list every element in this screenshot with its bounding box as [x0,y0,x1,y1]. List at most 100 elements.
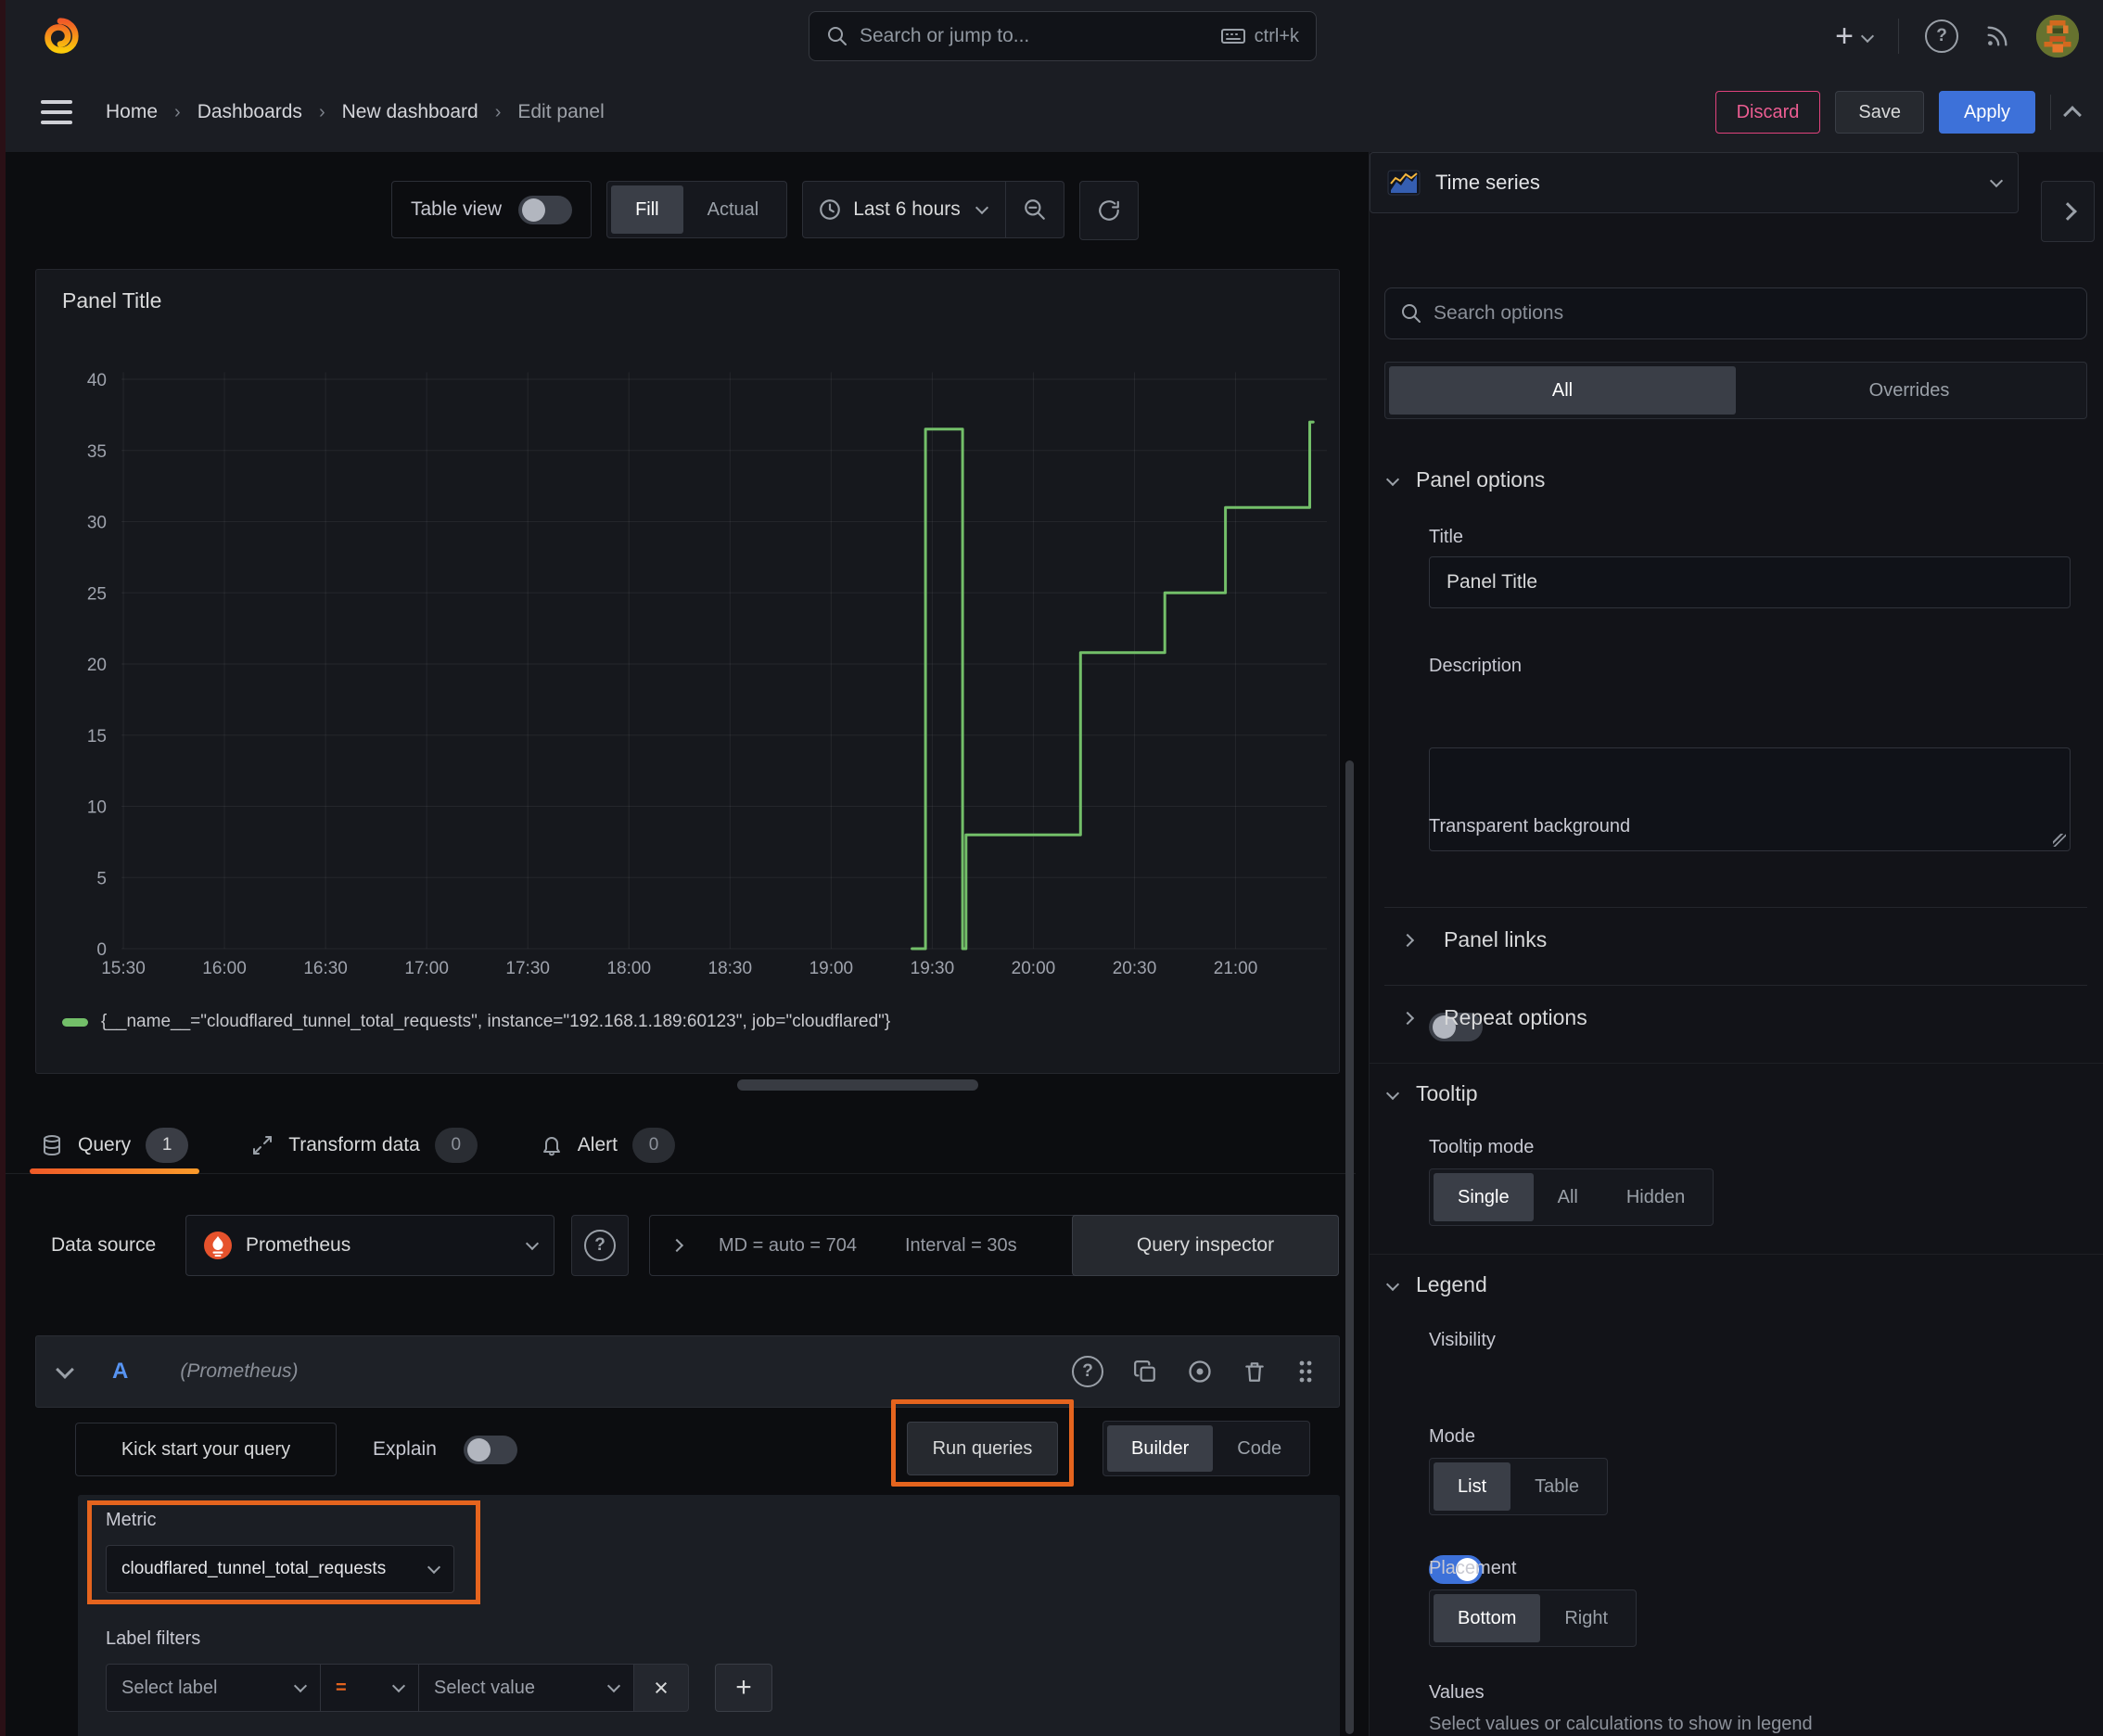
section-panel-links[interactable]: Panel links [1400,927,1547,952]
menu-icon[interactable] [41,100,72,124]
help-icon[interactable]: ? [1925,19,1958,53]
svg-text:16:30: 16:30 [303,959,348,978]
section-repeat-options[interactable]: Repeat options [1400,1005,1587,1030]
trash-icon[interactable] [1243,1359,1267,1384]
select-label-dropdown[interactable]: Select label [106,1664,321,1712]
legend-item[interactable]: {__name__="cloudflared_tunnel_total_requ… [62,1012,890,1032]
legend-values-hint: Select values or calculations to show in… [1429,1714,1813,1734]
chevron-down-icon [427,1560,441,1575]
options-search-placeholder: Search options [1434,302,1564,324]
seg-option-code[interactable]: Code [1213,1425,1306,1472]
seg-option-bottom[interactable]: Bottom [1434,1594,1541,1642]
tab-label: Query [78,1133,132,1155]
new-menu-button[interactable]: + [1835,20,1875,52]
tab-count-badge: 0 [631,1127,675,1163]
help-icon[interactable]: ? [1072,1356,1103,1387]
pane-resize-handle[interactable] [737,1079,978,1091]
explain-toggle[interactable] [464,1436,517,1464]
save-button[interactable]: Save [1835,91,1924,134]
news-rss-icon[interactable] [1984,23,2010,49]
query-options-row[interactable]: MD = auto = 704 Interval = 30s Query ins… [649,1215,1339,1276]
seg-option-fill[interactable]: Fill [611,185,683,234]
query-row-header[interactable]: A (Prometheus) ? [35,1335,1340,1408]
breadcrumb-item-new-dashboard[interactable]: New dashboard [342,101,478,123]
section-heading: Tooltip [1416,1081,1478,1105]
metric-select[interactable]: cloudflared_tunnel_total_requests [106,1545,454,1593]
breadcrumb-item-dashboards[interactable]: Dashboards [198,101,302,123]
refresh-button[interactable] [1078,181,1139,240]
divider [1384,907,2087,908]
copy-icon[interactable] [1133,1359,1157,1384]
drag-grip-icon[interactable] [1296,1359,1315,1385]
section-heading: Panel options [1416,467,1546,491]
chevron-down-icon [525,1236,540,1251]
section-panel-options[interactable]: Panel options [1385,467,1546,492]
resize-handle-icon[interactable] [2053,834,2066,847]
datasource-select[interactable]: Prometheus [185,1215,554,1276]
operator-dropdown[interactable]: = [321,1664,419,1712]
global-search-input[interactable]: Search or jump to... ctrl+k [809,11,1317,61]
svg-text:15:30: 15:30 [101,959,146,978]
seg-option-all[interactable]: All [1534,1173,1602,1221]
legend-mode-segmented: List Table [1429,1458,1608,1515]
apply-button[interactable]: Apply [1938,91,2035,134]
chevron-down-icon[interactable] [56,1360,74,1379]
discard-button[interactable]: Discard [1714,91,1821,134]
seg-option-actual[interactable]: Actual [683,185,784,234]
seg-option-builder[interactable]: Builder [1107,1425,1214,1472]
interval: Interval = 30s [904,1234,1017,1256]
kick-start-query-button[interactable]: Kick start your query [75,1423,337,1476]
time-range-picker[interactable]: Last 6 hours [802,181,1064,238]
run-queries-button[interactable]: Run queries [907,1422,1058,1475]
close-icon: × [654,1673,669,1702]
table-view-control: Table view [391,181,593,238]
clock-icon [818,198,842,222]
collapse-up-icon[interactable] [2063,106,2082,124]
divider [2050,95,2051,130]
query-inspector-button[interactable]: Query inspector [1072,1215,1339,1276]
seg-option-single[interactable]: Single [1434,1173,1534,1221]
remove-filter-button[interactable]: × [634,1664,689,1712]
add-filter-button[interactable]: + [715,1664,772,1712]
datasource-help-button[interactable]: ? [571,1215,629,1276]
search-shortcut: ctrl+k [1254,25,1299,46]
section-legend[interactable]: Legend [1385,1272,1487,1297]
svg-text:20:00: 20:00 [1012,959,1056,978]
divider [1384,985,2087,986]
search-icon [826,25,848,47]
options-search-input[interactable]: Search options [1384,287,2087,339]
tab-query[interactable]: Query 1 [29,1117,200,1174]
refresh-icon [1098,200,1119,221]
eye-disable-icon[interactable] [1187,1359,1213,1385]
breadcrumb-item-home[interactable]: Home [106,101,158,123]
seg-option-overrides[interactable]: Overrides [1736,366,2083,415]
svg-text:40: 40 [87,371,107,390]
toggle-options-pane-button[interactable] [2041,181,2095,242]
seg-option-right[interactable]: Right [1540,1594,1632,1642]
seg-option-table[interactable]: Table [1510,1462,1603,1511]
query-editor-body: Metric cloudflared_tunnel_total_requests… [78,1495,1340,1736]
select-label-placeholder: Select label [121,1677,218,1698]
zoom-out-button[interactable] [1004,182,1064,237]
avatar[interactable] [2036,15,2079,57]
max-data-points: MD = auto = 704 [719,1234,857,1256]
section-tooltip[interactable]: Tooltip [1385,1081,1478,1106]
visualization-picker[interactable]: Time series [1370,152,2019,213]
chevron-right-icon: › [174,101,181,122]
table-view-label: Table view [411,198,503,220]
grafana-logo-icon[interactable] [39,15,82,57]
seg-option-all[interactable]: All [1389,366,1736,415]
bell-icon [541,1134,563,1156]
time-series-plot[interactable]: 0 5 10 15 20 25 30 35 40 15:30 16:00 16:30 17:00 17:3… [36,329,1337,988]
panel-title-input[interactable]: Panel Title [1429,556,2071,608]
transparent-background-label: Transparent background [1429,816,1631,836]
tab-transform-data[interactable]: Transform data 0 [246,1117,483,1174]
select-value-dropdown[interactable]: Select value [419,1664,634,1712]
metric-label: Metric [106,1510,157,1530]
seg-option-list[interactable]: List [1434,1462,1511,1511]
tab-alert[interactable]: Alert 0 [535,1117,681,1174]
tab-label: Transform data [288,1133,420,1155]
table-view-toggle[interactable] [518,195,573,224]
seg-option-hidden[interactable]: Hidden [1602,1173,1709,1221]
vertical-scrollbar[interactable] [1345,760,1354,1734]
